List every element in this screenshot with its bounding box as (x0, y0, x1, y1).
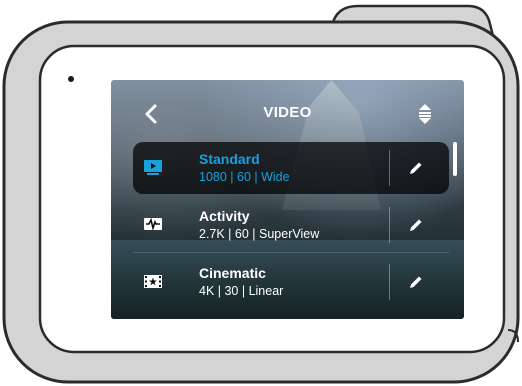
edit-preset-button[interactable] (402, 154, 430, 182)
list-scrollbar[interactable] (453, 142, 457, 176)
preset-settings: 2.7K | 60 | SuperView (199, 227, 320, 241)
preset-name: Cinematic (199, 265, 266, 281)
preset-item-cinematic[interactable]: Cinematic 4K | 30 | Linear (133, 256, 449, 308)
row-separator (133, 252, 449, 253)
edit-preset-button[interactable] (402, 211, 430, 239)
film-star-icon (144, 275, 162, 288)
divider (389, 207, 390, 243)
video-play-icon (144, 160, 162, 175)
waveform-icon (144, 217, 162, 231)
camera-touchscreen: VIDEO Standard 1080 | 60 | Wide Activity… (111, 80, 464, 319)
sort-arrows-icon (419, 104, 431, 124)
preset-settings: 1080 | 60 | Wide (199, 170, 290, 184)
preset-item-activity[interactable]: Activity 2.7K | 60 | SuperView (133, 199, 449, 251)
preset-item-standard[interactable]: Standard 1080 | 60 | Wide (133, 142, 449, 194)
pencil-icon (410, 276, 422, 288)
divider (389, 264, 390, 300)
preset-name: Standard (199, 151, 260, 167)
front-sensor-dot (68, 76, 74, 82)
divider (389, 150, 390, 186)
preset-name: Activity (199, 208, 250, 224)
screen-header: VIDEO (111, 80, 464, 144)
pencil-icon (410, 219, 422, 231)
pencil-icon (410, 162, 422, 174)
edit-preset-button[interactable] (402, 268, 430, 296)
preset-settings: 4K | 30 | Linear (199, 284, 284, 298)
sort-button[interactable] (411, 100, 439, 128)
